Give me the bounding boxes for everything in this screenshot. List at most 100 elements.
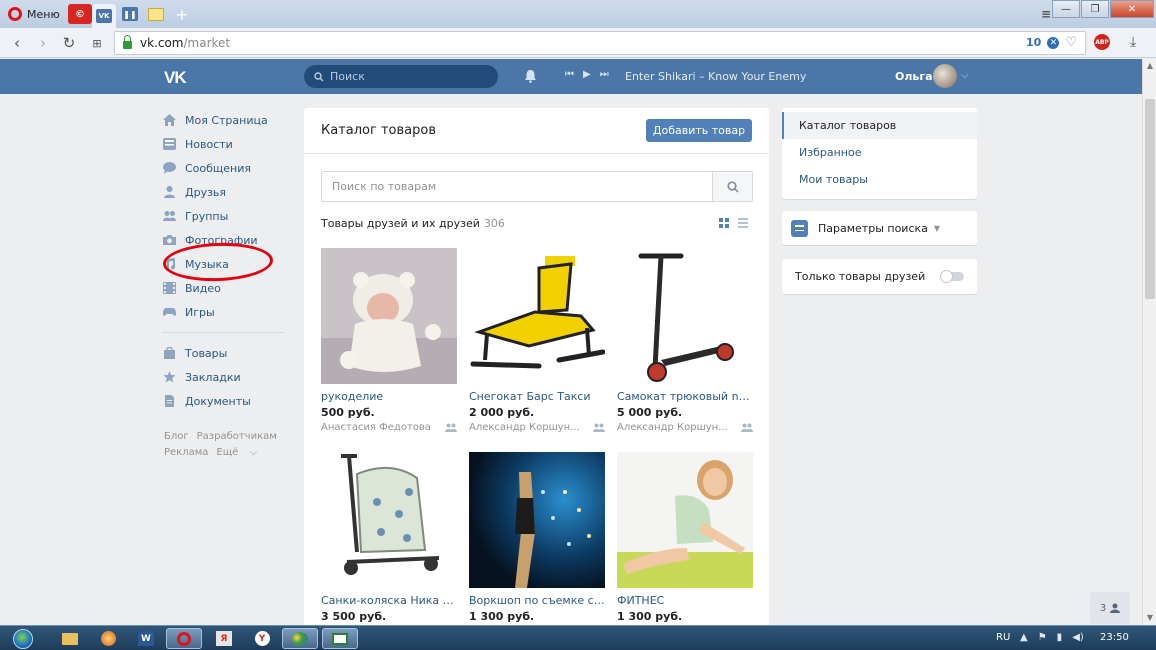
network-icon[interactable]: ▮ <box>1057 632 1063 643</box>
speed-dial-button[interactable]: ⊞ <box>88 34 106 52</box>
taskbar-paint[interactable] <box>282 628 318 649</box>
taskbar-word[interactable]: W <box>128 628 164 649</box>
product-image-snow-scooter[interactable] <box>469 248 605 384</box>
start-button[interactable] <box>6 626 40 650</box>
side-menu-my-goods[interactable]: Мои товары <box>782 166 977 193</box>
tray-expand-icon[interactable]: ▲ <box>1020 632 1028 643</box>
maximize-button[interactable]: ❐ <box>1081 0 1109 18</box>
sidebar-item-groups[interactable]: Группы <box>162 204 286 228</box>
sidebar-item-goods[interactable]: Товары <box>162 341 286 365</box>
product-name[interactable]: Снегокат Барс Такси <box>469 390 605 403</box>
heart-icon[interactable]: ♡ <box>1065 35 1077 50</box>
side-menu-favorites[interactable]: Избранное <box>782 139 977 166</box>
user-name[interactable]: Ольга <box>895 70 933 83</box>
product-card[interactable]: рукоделие 500 руб. Анастасия Федотова <box>321 248 457 433</box>
bell-icon[interactable] <box>524 69 537 83</box>
product-card[interactable]: Снегокат Барс Такси 2 000 руб. Александр… <box>469 248 605 433</box>
product-name[interactable]: Санки-коляска Ника На... <box>321 594 457 607</box>
scroll-up-icon[interactable]: ▲ <box>1145 61 1155 71</box>
product-name[interactable]: Воркшоп по съемке с но... <box>469 594 605 607</box>
sidebar-item-my-page[interactable]: Моя Страница <box>162 108 286 132</box>
seller-name[interactable]: Александр Коршун... <box>617 422 735 433</box>
product-image-night-photoshoot[interactable] <box>469 452 605 588</box>
seller-name[interactable]: Александр Коршун... <box>469 422 587 433</box>
tab-paused-site[interactable]: ❚❚ <box>118 4 142 24</box>
section-header: Товары друзей и их друзей 306 <box>321 217 505 230</box>
sidebar-item-messages[interactable]: Сообщения <box>162 156 286 180</box>
product-card[interactable]: ФИТНЕС 1 300 руб. <box>617 452 753 623</box>
taskbar-opera[interactable] <box>166 628 202 649</box>
product-name[interactable]: рукоделие <box>321 390 457 403</box>
scroll-down-icon[interactable]: ▼ <box>1145 613 1155 623</box>
clock[interactable]: 23:50 <box>1100 632 1129 643</box>
taskbar-window[interactable] <box>322 628 358 649</box>
friends-icon <box>162 186 176 198</box>
sidebar-item-friends[interactable]: Друзья <box>162 180 286 204</box>
product-search-button[interactable] <box>712 172 752 201</box>
url-path: /market <box>183 36 231 50</box>
sidebar-item-games[interactable]: Игры <box>162 300 286 324</box>
yandex-icon: Я <box>216 631 232 646</box>
close-window-button[interactable]: ✕ <box>1110 0 1154 18</box>
header-search-input[interactable]: Поиск <box>304 65 498 88</box>
product-name[interactable]: Самокат трюковый nova... <box>617 390 753 403</box>
product-card[interactable]: Воркшоп по съемке с но... 1 300 руб. <box>469 452 605 623</box>
new-tab-button[interactable]: + <box>170 4 194 24</box>
chevron-down-icon[interactable]: ⌵ <box>961 70 969 81</box>
product-image-fitness[interactable] <box>617 452 753 588</box>
taskbar-yandex-browser[interactable]: Y <box>244 628 280 649</box>
flag-icon[interactable]: ⚑ <box>1038 632 1047 643</box>
product-card[interactable]: Санки-коляска Ника На... 3 500 руб. <box>321 452 457 623</box>
side-menu-catalog[interactable]: Каталог товаров <box>782 112 977 139</box>
footer-link-blog[interactable]: Блог <box>164 431 189 442</box>
back-button[interactable]: ‹ <box>8 34 26 52</box>
footer-link-ads[interactable]: Реклама <box>164 447 208 458</box>
taskbar-media-player[interactable] <box>90 628 126 649</box>
download-icon[interactable]: ⤓ <box>1130 34 1136 50</box>
vk-logo[interactable]: VK <box>164 68 187 88</box>
minimize-button[interactable]: — <box>1052 0 1080 18</box>
current-track[interactable]: Enter Shikari – Know Your Enemy <box>625 70 806 83</box>
add-product-button[interactable]: Добавить товар <box>646 119 752 142</box>
product-image-kick-scooter[interactable] <box>617 248 753 384</box>
system-tray: ▲ ⚑ ▮ ◀) <box>1020 632 1084 643</box>
url-field[interactable]: vk.com/market 10 ✕ ♡ <box>114 31 1086 55</box>
sidebar-item-bookmarks[interactable]: Закладки <box>162 365 286 389</box>
product-card[interactable]: Самокат трюковый nova... 5 000 руб. Алек… <box>617 248 753 433</box>
volume-icon[interactable]: ◀) <box>1072 632 1084 643</box>
footer-link-more[interactable]: Ещё ⌵ <box>216 447 265 458</box>
tab-copyright-site[interactable]: © <box>68 4 92 24</box>
seller-name[interactable]: Анастасия Федотова <box>321 422 439 433</box>
tab-vk[interactable]: VK <box>92 4 116 28</box>
tab-notes[interactable] <box>144 4 168 24</box>
product-image-knitted-baby[interactable] <box>321 248 457 384</box>
sidebar-item-news[interactable]: Новости <box>162 132 286 156</box>
footer-link-developers[interactable]: Разработчикам <box>197 431 277 442</box>
friends-only-toggle[interactable] <box>940 270 964 283</box>
page-scrollbar[interactable]: ▲ ▼ <box>1142 59 1156 625</box>
next-track-icon[interactable]: ⏭ <box>600 69 609 80</box>
list-view-icon[interactable] <box>738 218 748 228</box>
taskbar-yandex[interactable]: Я <box>206 628 242 649</box>
chat-button[interactable]: 3 <box>1090 592 1130 624</box>
browser-address-bar: ‹ › ↻ ⊞ vk.com/market 10 ✕ ♡ ABP ⤓ <box>0 28 1156 58</box>
adblock-icon[interactable]: ABP <box>1094 34 1110 50</box>
product-name[interactable]: ФИТНЕС <box>617 594 753 607</box>
market-side-menu: Каталог товаров Избранное Мои товары <box>782 108 977 199</box>
search-params-button[interactable]: Параметры поиска ▼ <box>782 211 977 245</box>
opera-menu-button[interactable]: Меню <box>4 3 62 25</box>
forward-button[interactable]: › <box>34 34 52 52</box>
chevron-down-icon: ⌵ <box>249 447 258 458</box>
reload-button[interactable]: ↻ <box>60 34 78 52</box>
sidebar-item-documents[interactable]: Документы <box>162 389 286 413</box>
taskbar-explorer[interactable] <box>52 628 88 649</box>
avatar[interactable] <box>933 64 957 88</box>
product-image-sled-stroller[interactable] <box>321 452 457 588</box>
play-icon[interactable]: ▶ <box>583 69 591 80</box>
product-search-input[interactable] <box>322 172 712 201</box>
scroll-thumb[interactable] <box>1145 99 1155 299</box>
previous-track-icon[interactable]: ⏮ <box>565 69 574 80</box>
extension-x-icon[interactable]: ✕ <box>1047 36 1060 49</box>
language-indicator[interactable]: RU <box>996 632 1010 643</box>
grid-view-icon[interactable] <box>719 218 729 228</box>
